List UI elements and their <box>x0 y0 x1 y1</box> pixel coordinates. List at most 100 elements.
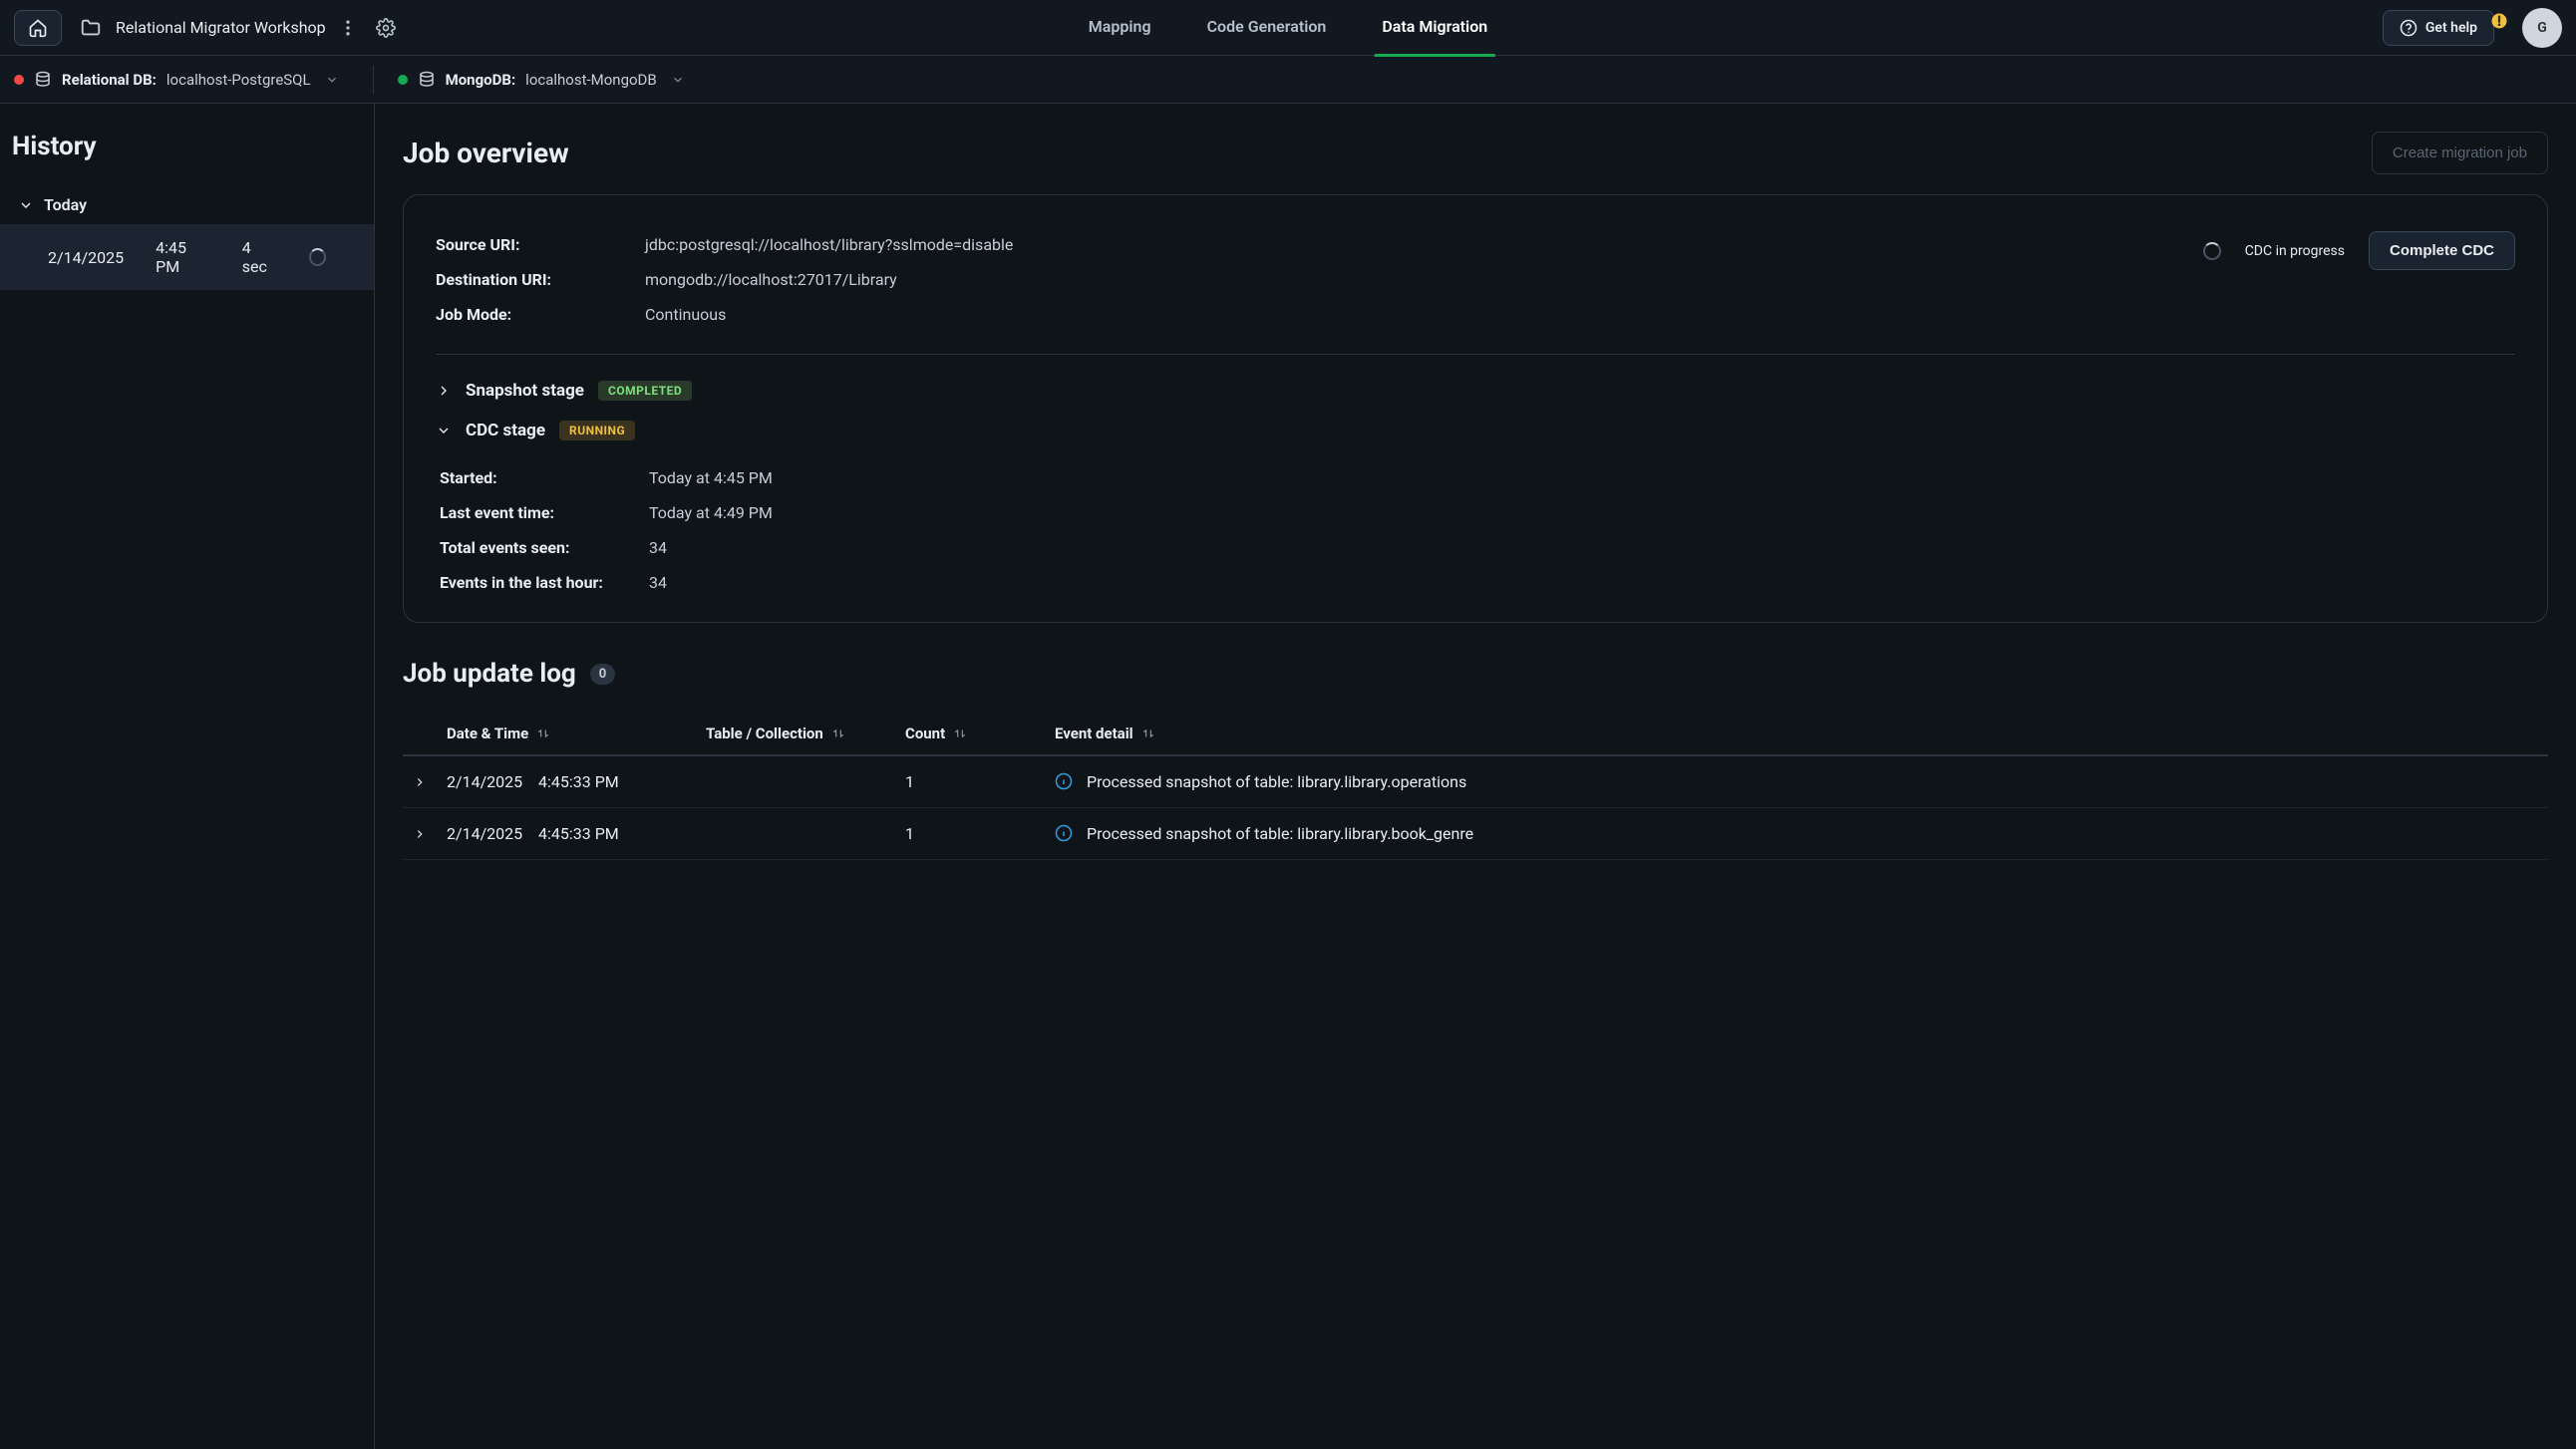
job-overview-panel: Source URI: jdbc:postgresql://localhost/… <box>403 194 2548 623</box>
mongo-db-selector[interactable]: localhost-MongoDB <box>525 71 685 89</box>
spinner-icon <box>309 248 326 266</box>
tab-code-generation[interactable]: Code Generation <box>1199 0 1335 57</box>
history-sidebar: History Today 2/14/2025 4:45 PM 4 sec <box>0 104 375 1449</box>
log-title: Job update log <box>403 659 576 689</box>
source-uri-label: Source URI: <box>436 235 645 254</box>
history-group-label: Today <box>44 195 87 214</box>
chevron-down-icon <box>325 73 339 87</box>
column-header-datetime[interactable]: Date & Time <box>447 724 550 742</box>
divider <box>436 354 2515 355</box>
history-item-duration: 4 sec <box>242 238 277 276</box>
chevron-right-icon <box>413 827 427 841</box>
sort-icon <box>831 726 845 740</box>
column-header-label: Table / Collection <box>706 724 823 742</box>
source-uri-value: jdbc:postgresql://localhost/library?sslm… <box>645 235 1013 254</box>
cdc-total-events-label: Total events seen: <box>440 538 649 557</box>
database-icon <box>34 71 52 89</box>
cdc-started-value: Today at 4:45 PM <box>649 468 773 487</box>
column-header-label: Count <box>905 724 945 742</box>
column-header-event-detail[interactable]: Event detail <box>1055 724 1155 742</box>
help-icon <box>2400 19 2417 37</box>
complete-cdc-button[interactable]: Complete CDC <box>2369 231 2515 270</box>
info-icon <box>1055 824 1073 842</box>
gear-icon <box>376 18 396 38</box>
cdc-stage-toggle[interactable]: CDC stage RUNNING <box>436 411 2515 450</box>
mongo-db-label: MongoDB: <box>446 71 516 89</box>
create-migration-job-button: Create migration job <box>2372 132 2548 174</box>
history-group-today[interactable]: Today <box>0 185 374 224</box>
cdc-events-last-hour-label: Events in the last hour: <box>440 573 649 592</box>
history-item-date: 2/14/2025 <box>48 248 124 267</box>
spinner-icon <box>2203 242 2221 260</box>
get-help-label: Get help <box>2425 20 2477 36</box>
log-row[interactable]: 2/14/2025 4:45:33 PM 1 Processed snapsho… <box>403 755 2548 808</box>
log-header: Job update log 0 <box>403 659 2548 689</box>
cdc-last-event-value: Today at 4:49 PM <box>649 503 773 522</box>
cdc-total-events-value: 34 <box>649 538 667 557</box>
user-avatar[interactable]: G <box>2522 8 2562 48</box>
more-menu-button[interactable] <box>332 12 364 44</box>
divider <box>373 66 374 94</box>
mongo-db-value: localhost-MongoDB <box>525 71 657 89</box>
settings-button[interactable] <box>370 12 402 44</box>
column-header-label: Date & Time <box>447 724 528 742</box>
connection-bar: Relational DB: localhost-PostgreSQL Mong… <box>0 56 2576 104</box>
snapshot-stage-label: Snapshot stage <box>466 381 584 401</box>
content-header: Job overview Create migration job <box>403 132 2548 174</box>
snapshot-stage-badge: COMPLETED <box>598 381 692 401</box>
log-row-count: 1 <box>895 808 1045 860</box>
job-mode-label: Job Mode: <box>436 305 645 324</box>
log-table: Date & Time Table / Collection Count <box>403 713 2548 860</box>
relational-db-value: localhost-PostgreSQL <box>166 71 311 89</box>
chevron-down-icon <box>436 423 452 438</box>
cdc-last-event-label: Last event time: <box>440 503 649 522</box>
chevron-down-icon <box>671 73 685 87</box>
column-header-label: Event detail <box>1055 724 1133 742</box>
log-row-table <box>696 755 895 808</box>
chevron-down-icon <box>18 197 34 213</box>
column-header-count[interactable]: Count <box>905 724 967 742</box>
log-table-body: 2/14/2025 4:45:33 PM 1 Processed snapsho… <box>403 755 2548 860</box>
home-button[interactable] <box>14 10 62 46</box>
chevron-right-icon <box>413 775 427 789</box>
main-nav-tabs: Mapping Code Generation Data Migration <box>1081 0 1495 57</box>
main-content: Job overview Create migration job Source… <box>375 104 2576 1449</box>
sort-icon <box>1141 726 1155 740</box>
log-count-badge: 0 <box>590 664 615 685</box>
cdc-stage-details: Started: Today at 4:45 PM Last event tim… <box>436 460 2515 600</box>
chevron-right-icon <box>436 383 452 399</box>
tab-data-migration[interactable]: Data Migration <box>1374 0 1495 57</box>
history-title: History <box>0 104 374 185</box>
folder-icon <box>80 17 102 39</box>
column-header-table-collection[interactable]: Table / Collection <box>706 724 845 742</box>
home-icon <box>28 18 48 38</box>
page-title: Job overview <box>403 137 569 169</box>
destination-uri-value: mongodb://localhost:27017/Library <box>645 270 897 289</box>
cdc-stage-label: CDC stage <box>466 421 545 440</box>
log-row-table <box>696 808 895 860</box>
log-row-time: 4:45:33 PM <box>538 772 619 791</box>
log-row-date: 2/14/2025 <box>447 824 522 843</box>
log-row-detail: Processed snapshot of table: library.lib… <box>1087 772 1466 791</box>
log-row-count: 1 <box>895 755 1045 808</box>
history-item[interactable]: 2/14/2025 4:45 PM 4 sec <box>0 224 374 290</box>
log-row-detail: Processed snapshot of table: library.lib… <box>1087 824 1473 843</box>
snapshot-stage-toggle[interactable]: Snapshot stage COMPLETED <box>436 371 2515 411</box>
get-help-button[interactable]: Get help <box>2383 10 2494 46</box>
more-vertical-icon <box>338 18 358 38</box>
cdc-events-last-hour-value: 34 <box>649 573 667 592</box>
alert-badge-icon <box>2490 12 2510 32</box>
cdc-started-label: Started: <box>440 468 649 487</box>
relational-db-selector[interactable]: localhost-PostgreSQL <box>166 71 339 89</box>
log-row[interactable]: 2/14/2025 4:45:33 PM 1 Processed snapsho… <box>403 808 2548 860</box>
log-row-date: 2/14/2025 <box>447 772 522 791</box>
cdc-stage-badge: RUNNING <box>559 421 635 440</box>
destination-uri-label: Destination URI: <box>436 270 645 289</box>
job-mode-value: Continuous <box>645 305 726 324</box>
sort-icon <box>953 726 967 740</box>
app-header: Relational Migrator Workshop Mapping Cod… <box>0 0 2576 56</box>
tab-mapping[interactable]: Mapping <box>1081 0 1159 57</box>
database-icon <box>418 71 436 89</box>
project-name: Relational Migrator Workshop <box>116 18 326 37</box>
history-item-time: 4:45 PM <box>156 238 210 276</box>
